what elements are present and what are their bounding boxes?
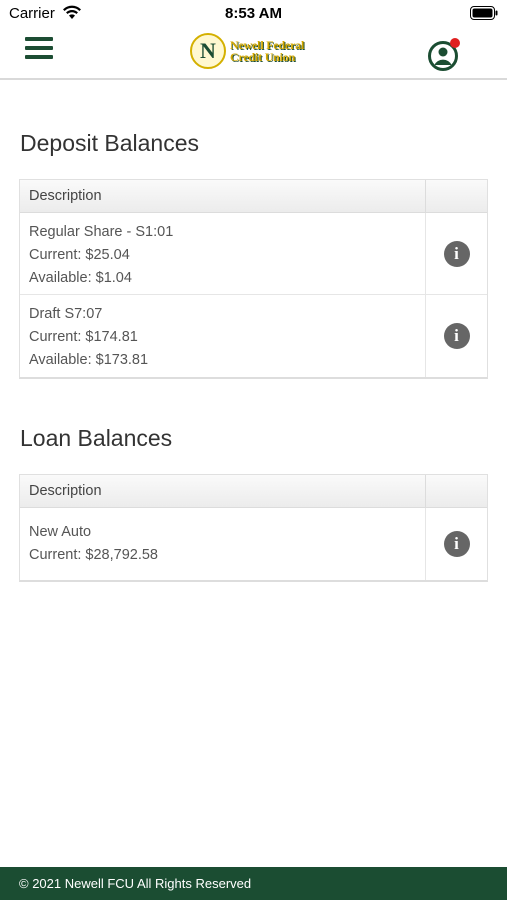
footer: © 2021 Newell FCU All Rights Reserved — [0, 867, 507, 900]
account-name: New Auto — [29, 524, 92, 540]
user-profile-icon[interactable] — [428, 38, 461, 71]
account-description: Draft S7:07 Current: $174.81 Available: … — [20, 295, 425, 377]
credit-union-logo: N Newell Federal Credit Union — [190, 33, 304, 69]
app-header: N Newell Federal Credit Union — [0, 28, 507, 80]
table-header: Description — [20, 475, 487, 508]
table-row: Regular Share - S1:01 Current: $25.04 Av… — [20, 213, 487, 295]
deposit-balances-table: Description Regular Share - S1:01 Curren… — [19, 179, 488, 379]
copyright-text: © 2021 Newell FCU All Rights Reserved — [19, 876, 252, 891]
logo-badge: N — [190, 33, 226, 69]
loan-balances-table: Description New Auto Current: $28,792.58… — [19, 474, 488, 582]
info-cell: i — [425, 508, 487, 580]
current-balance: Current: $28,792.58 — [29, 547, 158, 563]
notification-dot — [450, 38, 460, 48]
hamburger-menu-icon[interactable] — [25, 37, 53, 61]
logo-text-line2: Credit Union — [230, 50, 296, 64]
logo-text: Newell Federal Credit Union — [230, 39, 304, 63]
current-balance: Current: $174.81 — [29, 329, 138, 345]
description-column-header: Description — [29, 483, 102, 499]
info-icon[interactable]: i — [443, 240, 470, 267]
account-description: Regular Share - S1:01 Current: $25.04 Av… — [20, 213, 425, 294]
info-cell: i — [425, 295, 487, 377]
icon-column-header — [425, 475, 487, 507]
status-bar: Carrier 8:53 AM — [0, 0, 507, 28]
available-balance: Available: $173.81 — [29, 352, 149, 368]
description-column-header: Description — [29, 188, 102, 204]
current-balance: Current: $25.04 — [29, 247, 130, 263]
info-icon[interactable]: i — [443, 323, 470, 349]
icon-column-header — [425, 180, 487, 212]
table-row: Draft S7:07 Current: $174.81 Available: … — [20, 295, 487, 377]
table-header: Description — [20, 180, 487, 213]
available-balance: Available: $1.04 — [29, 270, 132, 286]
info-cell: i — [425, 213, 487, 294]
clock: 8:53 AM — [225, 5, 282, 22]
table-row: New Auto Current: $28,792.58 i — [20, 508, 487, 580]
battery-icon — [470, 6, 498, 20]
account-name: Regular Share - S1:01 — [29, 224, 174, 240]
deposit-balances-title: Deposit Balances — [20, 130, 199, 156]
account-name: Draft S7:07 — [29, 306, 103, 322]
loan-balances-title: Loan Balances — [20, 425, 173, 451]
info-icon[interactable]: i — [443, 531, 470, 557]
account-description: New Auto Current: $28,792.58 — [20, 508, 425, 580]
